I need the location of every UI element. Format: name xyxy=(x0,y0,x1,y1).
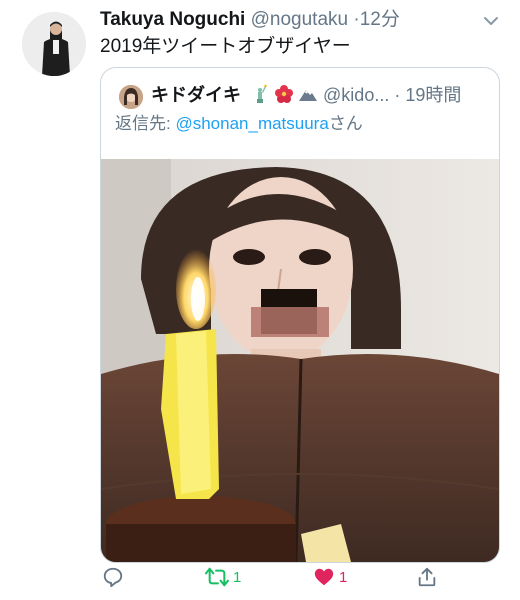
reply-icon xyxy=(103,567,123,588)
tweet-actions: 1 1 xyxy=(0,562,520,598)
quoted-header: キドダイキ @kido... · 19時間 xyxy=(151,82,461,108)
quoted-author-name: キドダイキ xyxy=(151,85,241,105)
reply-prefix: 返信先: xyxy=(115,114,176,133)
quoted-author-avatar xyxy=(119,85,143,109)
tweet-time[interactable]: 12分 xyxy=(360,9,400,30)
like-count: 1 xyxy=(339,568,348,586)
author-name[interactable]: Takuya Noguchi xyxy=(100,9,245,30)
like-icon xyxy=(314,568,334,586)
video-thumbnail[interactable] xyxy=(101,159,499,562)
quoted-tweet[interactable]: キドダイキ @kido... · 19時間 返信先: @shonan_matsu… xyxy=(100,67,500,563)
reply-to-line: 返信先: @shonan_matsuuraさん xyxy=(115,113,363,135)
tweet-text: 2019年ツイートオブザイヤー xyxy=(100,36,351,57)
quoted-time: 19時間 xyxy=(405,85,462,105)
chevron-down-icon[interactable] xyxy=(481,11,501,31)
tweet-header: Takuya Noguchi @nogutaku ·12分 xyxy=(100,8,400,32)
retweet-icon xyxy=(205,567,229,587)
retweet-count: 1 xyxy=(233,568,242,586)
reply-suffix: さん xyxy=(328,114,363,133)
quoted-separator: · xyxy=(394,85,401,105)
statue-of-liberty-icon xyxy=(257,84,267,103)
quoted-author-handle: @kido... xyxy=(323,85,390,105)
like-button[interactable]: 1 xyxy=(313,566,347,588)
hibiscus-icon xyxy=(275,85,294,103)
author-avatar[interactable] xyxy=(22,12,86,76)
retweet-button[interactable]: 1 xyxy=(205,566,241,588)
share-icon xyxy=(418,567,436,587)
reply-mention-link[interactable]: @shonan_matsuura xyxy=(175,114,328,133)
share-button[interactable] xyxy=(416,566,438,588)
author-handle[interactable]: @nogutaku xyxy=(251,9,348,30)
reply-button[interactable] xyxy=(102,566,128,588)
mountain-icon xyxy=(299,90,318,101)
